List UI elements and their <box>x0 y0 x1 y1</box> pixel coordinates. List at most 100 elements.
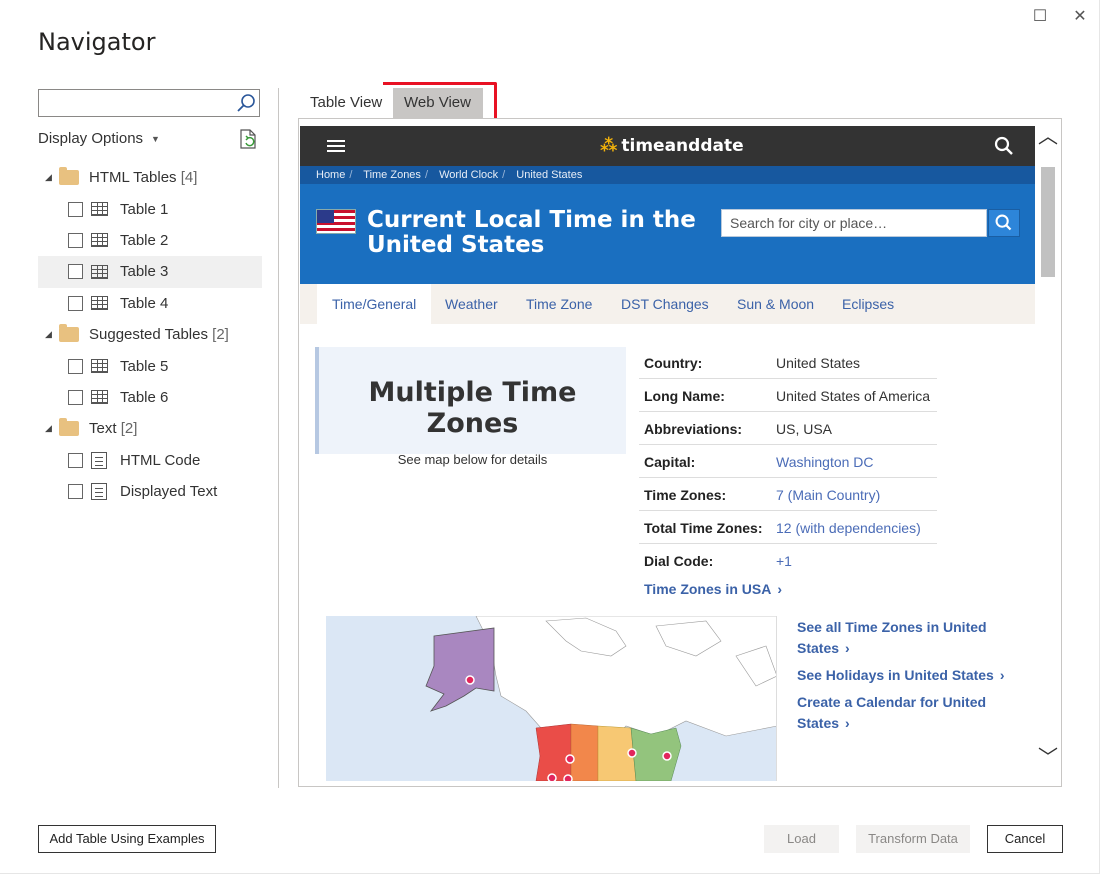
logo-mark-icon: ⁂ <box>600 136 618 156</box>
site-search-icon[interactable] <box>994 136 1014 156</box>
tree-item-label: Table 2 <box>120 231 169 249</box>
scroll-down-icon[interactable]: ﹀ <box>1035 744 1061 772</box>
info-value-link[interactable]: Washington DC <box>776 454 874 470</box>
refresh-icon[interactable] <box>237 128 259 150</box>
table-icon <box>91 390 108 405</box>
add-table-using-examples-button[interactable]: Add Table Using Examples <box>38 825 216 853</box>
breadcrumb-item[interactable]: World Clock <box>439 169 498 181</box>
search-field[interactable] <box>38 89 260 117</box>
time-zone-map[interactable] <box>326 616 777 781</box>
site-tab-time-zone[interactable]: Time Zone <box>526 284 592 324</box>
folder-icon <box>59 324 79 343</box>
site-tab-eclipses[interactable]: Eclipses <box>842 284 894 324</box>
city-search-input[interactable]: Search for city or place… <box>721 209 987 237</box>
checkbox[interactable] <box>68 232 83 248</box>
group-count: [2] <box>120 420 138 438</box>
scroll-up-icon[interactable]: ︿ <box>1035 123 1061 151</box>
related-link[interactable]: Create a Calendar for United States › <box>797 692 1012 734</box>
info-key: Total Time Zones: <box>644 520 763 536</box>
related-link[interactable]: See all Time Zones in United States › <box>797 617 1012 659</box>
site-tab-sun-moon[interactable]: Sun & Moon <box>737 284 814 324</box>
tree-item-html-code[interactable]: HTML Code <box>38 445 262 476</box>
table-icon <box>91 264 108 279</box>
info-key: Time Zones: <box>644 487 727 503</box>
tree-item-label: Table 3 <box>120 263 169 281</box>
web-view-frame[interactable]: ⁂ timeanddate Home / Time Zones / World Clo… <box>298 118 1062 787</box>
breadcrumb-item[interactable]: Home <box>316 169 345 181</box>
tree-item-displayed-text[interactable]: Displayed Text <box>38 476 262 507</box>
tree-item-table-3[interactable]: Table 3 <box>38 256 262 288</box>
time-zones-box: Multiple Time Zones See map below for de… <box>315 347 626 467</box>
tab-table-view[interactable]: Table View <box>299 88 393 118</box>
site-header: ⁂ timeanddate <box>300 126 1036 166</box>
search-input[interactable] <box>39 90 229 116</box>
site-nav-tabs: Time/General Weather Time Zone DST Chang… <box>300 284 1036 324</box>
group-count: [2] <box>212 326 229 344</box>
folder-icon <box>59 418 79 437</box>
chevron-right-icon: › <box>845 640 850 656</box>
site-tab-dst-changes[interactable]: DST Changes <box>621 284 709 324</box>
folder-icon <box>59 167 79 186</box>
cancel-button[interactable]: Cancel <box>987 825 1063 853</box>
info-value-link[interactable]: +1 <box>776 553 792 569</box>
navigator-dialog: ☐ ✕ Navigator Display Options ▼ ◢ HTML Ta… <box>0 0 1100 874</box>
checkbox[interactable] <box>68 295 83 311</box>
info-row: Time Zones: 7 (Main Country) <box>639 478 937 511</box>
country-info-table: Country: United States Long Name: United S… <box>639 346 937 577</box>
info-value-link[interactable]: 7 (Main Country) <box>776 487 880 503</box>
tree-item-label: Table 1 <box>120 200 169 218</box>
tree-group-suggested-tables[interactable]: ◢ Suggested Tables [2] <box>38 319 262 350</box>
checkbox[interactable] <box>68 389 83 405</box>
link-label: Time Zones in USA <box>644 581 772 597</box>
expand-triangle-icon[interactable]: ◢ <box>45 329 52 340</box>
tree-item-table-1[interactable]: Table 1 <box>38 193 262 224</box>
web-view-scrollbar[interactable]: ︿ ﹀ <box>1035 119 1061 786</box>
close-button[interactable]: ✕ <box>1068 6 1092 28</box>
breadcrumb-item[interactable]: Time Zones <box>363 169 421 181</box>
tree-item-table-5[interactable]: Table 5 <box>38 350 262 381</box>
time-zones-in-usa-link[interactable]: Time Zones in USA › <box>644 581 782 597</box>
table-icon <box>91 296 108 311</box>
breadcrumb-item[interactable]: United States <box>516 169 582 181</box>
maximize-button[interactable]: ☐ <box>1028 6 1052 28</box>
scrollbar-thumb[interactable] <box>1041 167 1055 277</box>
link-label: See Holidays in United States <box>797 667 994 683</box>
expand-triangle-icon[interactable]: ◢ <box>45 423 52 434</box>
link-label: See all Time Zones in United States <box>797 619 987 656</box>
info-value-link[interactable]: 12 (with dependencies) <box>776 520 921 536</box>
group-label: Text <box>89 420 117 438</box>
us-flag-icon <box>316 209 356 234</box>
group-count: [4] <box>180 169 198 187</box>
related-link[interactable]: See Holidays in United States › <box>797 665 1012 686</box>
document-icon <box>91 483 107 501</box>
menu-icon[interactable] <box>327 140 345 152</box>
web-page: ⁂ timeanddate Home / Time Zones / World Clo… <box>300 126 1036 786</box>
search-icon[interactable] <box>235 92 257 114</box>
info-row: Dial Code: +1 <box>639 544 937 577</box>
tree-item-table-2[interactable]: Table 2 <box>38 225 262 256</box>
site-tab-weather[interactable]: Weather <box>445 284 498 324</box>
tree-group-html-tables[interactable]: ◢ HTML Tables [4] <box>38 162 262 193</box>
transform-data-button[interactable]: Transform Data <box>856 825 970 853</box>
info-row: Total Time Zones: 12 (with dependencies) <box>639 511 937 544</box>
load-button[interactable]: Load <box>764 825 839 853</box>
site-logo[interactable]: ⁂ timeanddate <box>600 136 744 156</box>
related-links: See all Time Zones in United States › See… <box>797 617 1012 740</box>
group-label: Suggested Tables <box>89 326 208 344</box>
display-options-dropdown[interactable]: Display Options ▼ <box>38 130 160 147</box>
chevron-right-icon: › <box>845 715 850 731</box>
checkbox[interactable] <box>68 264 83 280</box>
checkbox[interactable] <box>68 358 83 374</box>
tree-item-table-4[interactable]: Table 4 <box>38 288 262 319</box>
checkbox[interactable] <box>68 452 83 468</box>
table-icon <box>91 359 108 374</box>
expand-triangle-icon[interactable]: ◢ <box>45 172 52 183</box>
checkbox[interactable] <box>68 201 83 217</box>
city-search-button[interactable] <box>988 209 1020 237</box>
tree-item-table-6[interactable]: Table 6 <box>38 382 262 413</box>
checkbox[interactable] <box>68 484 83 500</box>
document-icon <box>91 451 107 469</box>
info-row: Capital: Washington DC <box>639 445 937 478</box>
site-tab-time-general[interactable]: Time/General <box>317 284 432 324</box>
tree-group-text[interactable]: ◢ Text [2] <box>38 413 262 444</box>
